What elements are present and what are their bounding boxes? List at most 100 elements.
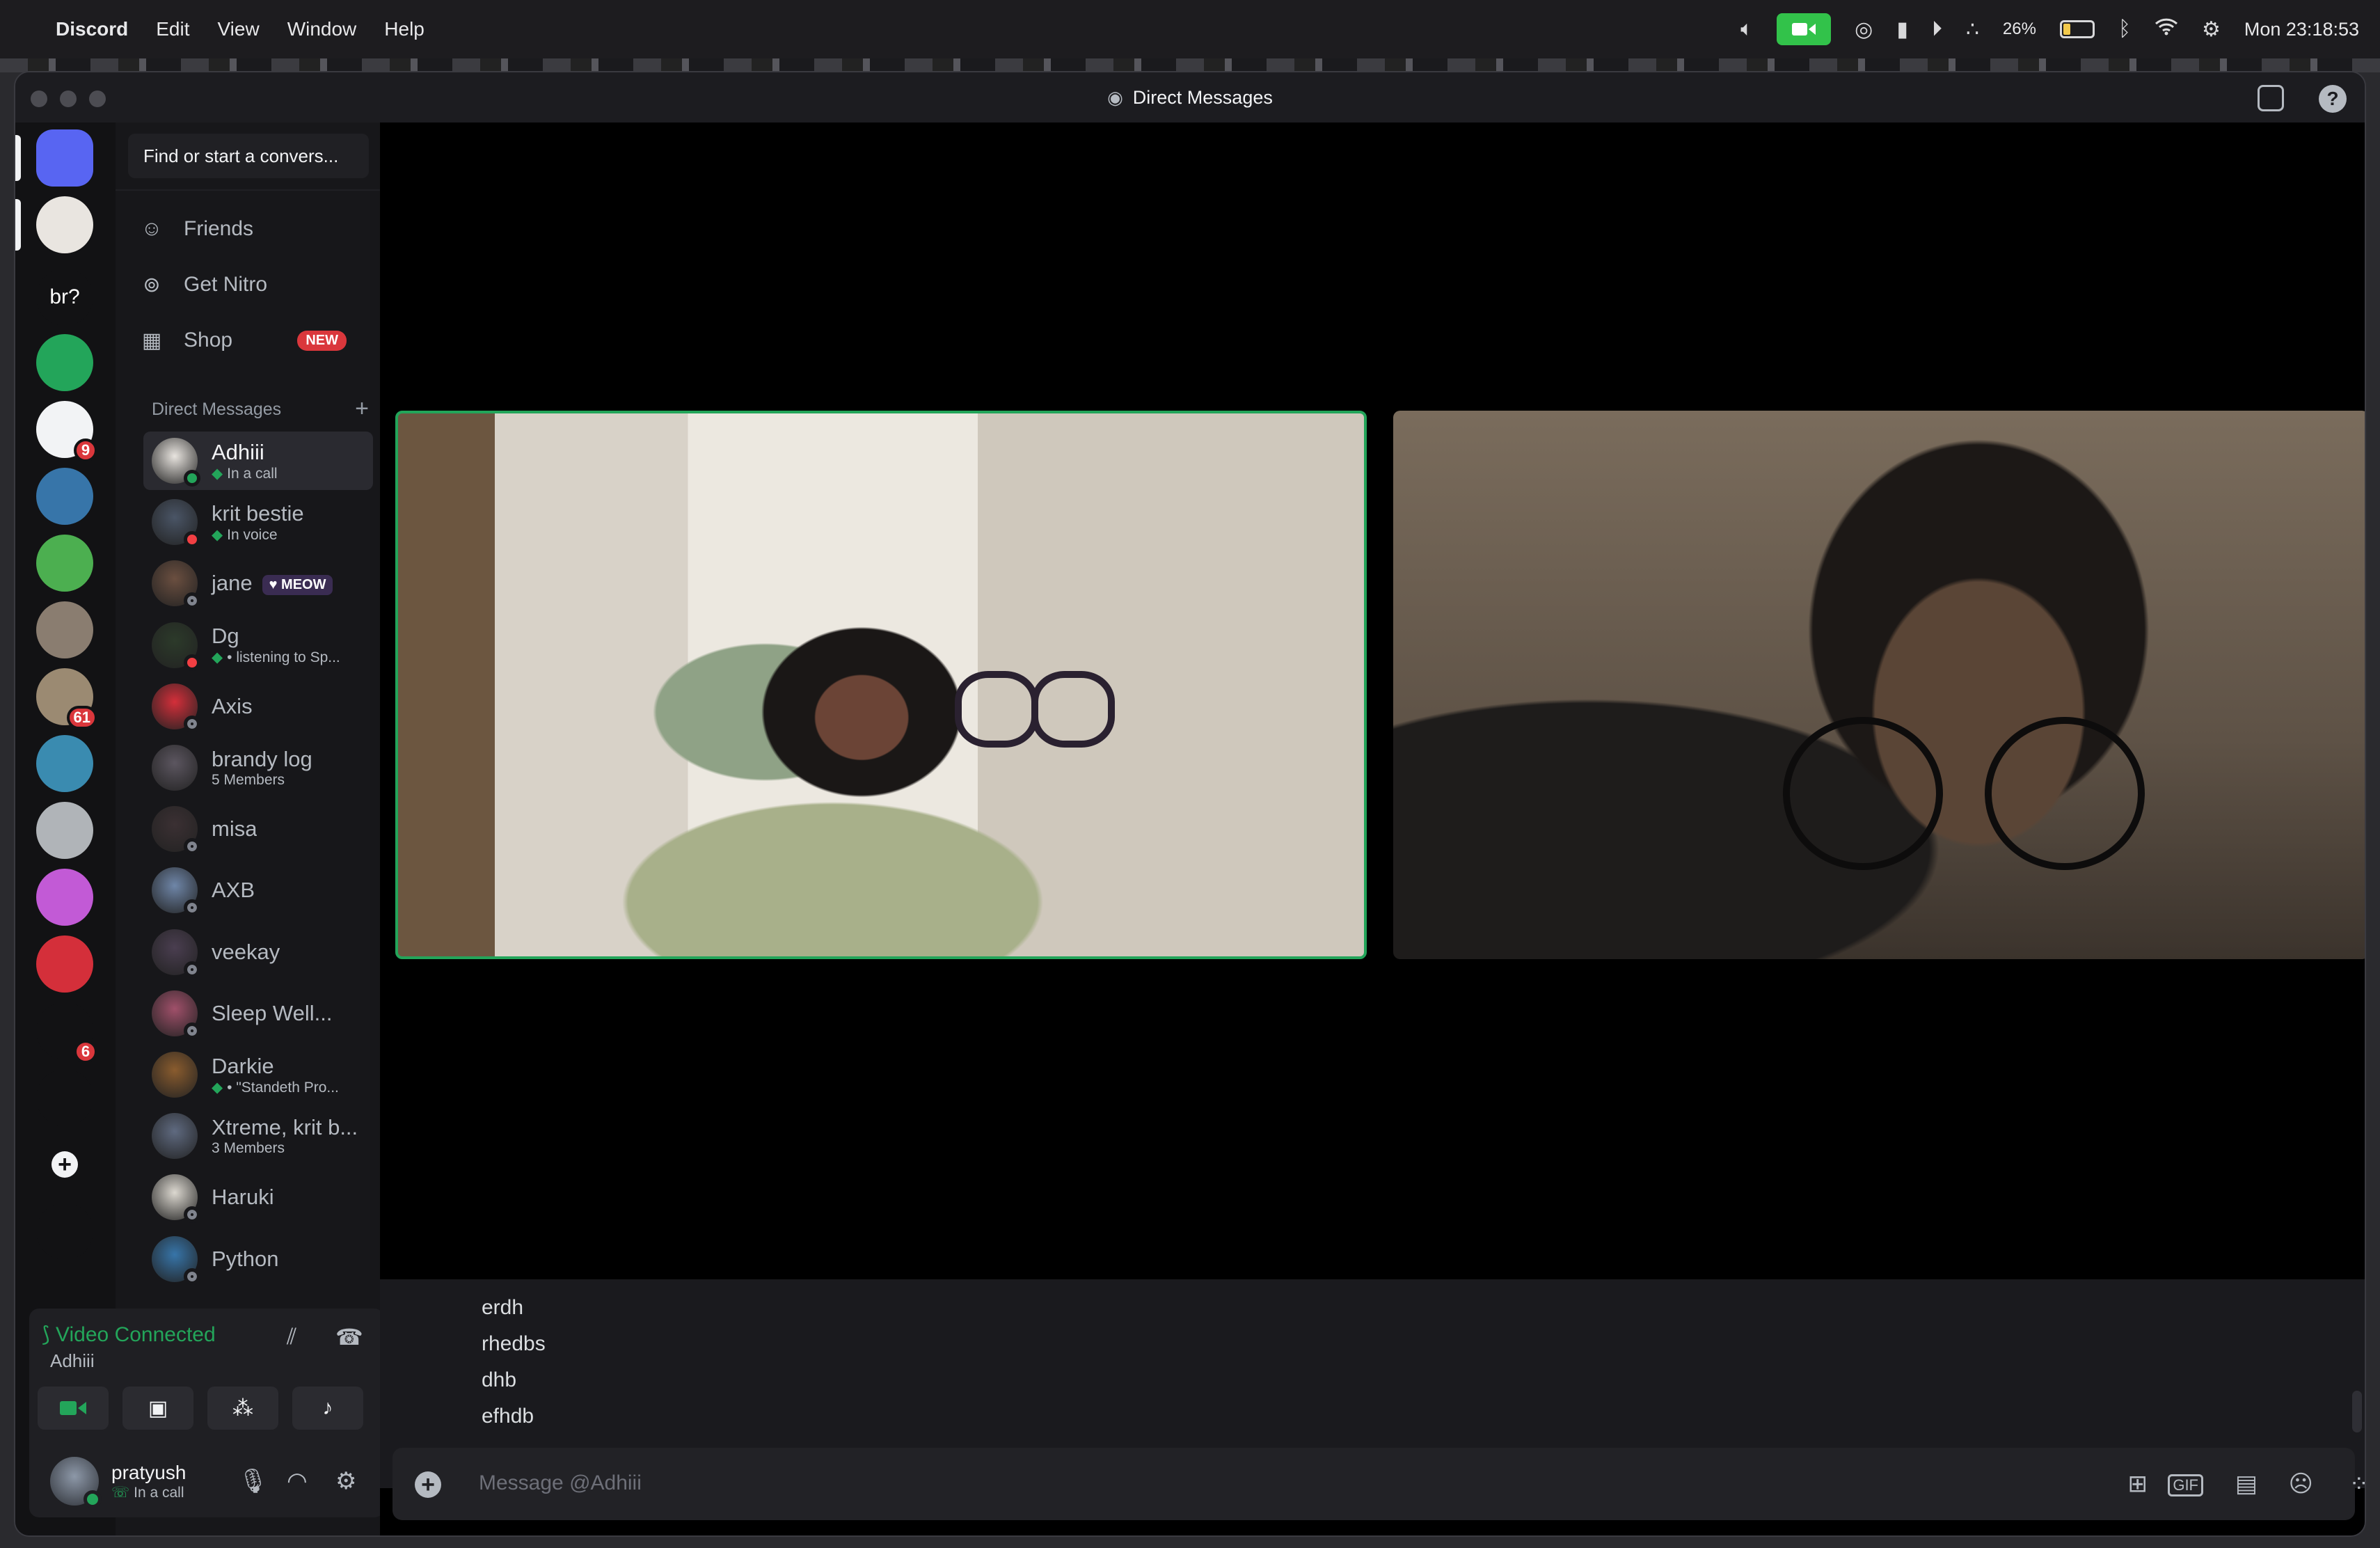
server-icon-explore-icon[interactable] <box>36 1203 93 1260</box>
dm-name: misa <box>212 816 257 842</box>
server-icon-red-server[interactable] <box>36 935 93 993</box>
nav-friends[interactable]: ☺ Friends <box>131 205 367 253</box>
menu-help[interactable]: Help <box>384 18 425 40</box>
inbox-icon[interactable] <box>2258 85 2284 111</box>
wifi-icon[interactable] <box>2155 17 2178 41</box>
server-icon-game-character-icon[interactable] <box>36 535 93 592</box>
video-tile-self[interactable] <box>1393 411 2365 959</box>
status-dot <box>184 715 200 732</box>
nav-get-nitro[interactable]: ⊚ Get Nitro <box>131 260 367 309</box>
shop-icon: ▦ <box>141 329 162 352</box>
control-center-icon[interactable]: ⚙︎ <box>2202 17 2221 42</box>
camera-button[interactable] <box>38 1387 109 1430</box>
server-icon-drone-server[interactable] <box>36 802 93 859</box>
username[interactable]: pratyush <box>111 1462 186 1484</box>
activity-icon: ◆ <box>212 526 223 543</box>
activity-icon[interactable]: ∴ <box>1966 17 1979 42</box>
noise-suppression-icon[interactable]: ⫽ <box>287 1324 296 1350</box>
avatar <box>152 1113 198 1160</box>
disconnect-icon[interactable]: ☎ <box>335 1324 363 1350</box>
chat-scrollbar[interactable] <box>2352 1391 2362 1432</box>
gif-icon[interactable]: GIF <box>2168 1474 2203 1496</box>
soundboard-button[interactable]: ♪ <box>292 1387 363 1430</box>
attach-plus-icon[interactable]: + <box>415 1471 441 1498</box>
server-icon-photo-server[interactable] <box>36 601 93 658</box>
sticker-icon[interactable]: ▤ <box>2235 1470 2258 1498</box>
nav-friends-label: Friends <box>184 217 254 240</box>
dm-item[interactable]: krit bestie ◆ In voice <box>143 493 373 551</box>
bluetooth-icon[interactable]: ᛒ <box>2118 17 2131 41</box>
message-input[interactable]: Message @Adhiii <box>479 1471 642 1495</box>
server-icon-discord-home-icon[interactable] <box>36 129 93 187</box>
dm-name: Python <box>212 1246 279 1271</box>
dm-item[interactable]: veekay <box>143 923 373 981</box>
app-menu[interactable]: Discord <box>56 18 128 40</box>
dm-item[interactable]: Dg ◆ • listening to Sp... <box>143 616 373 674</box>
gift-icon[interactable]: ⊞ <box>2128 1470 2148 1498</box>
mention-badge: 61 <box>66 706 97 729</box>
apps-icon[interactable]: ⁘ <box>2349 1470 2365 1498</box>
avatar <box>152 745 198 791</box>
dm-item[interactable]: AXB <box>143 861 373 919</box>
message: rhedbs <box>482 1332 546 1355</box>
screen-share-button[interactable]: ▣ <box>122 1387 193 1430</box>
activities-button[interactable]: ⁂ <box>207 1387 278 1430</box>
dm-item[interactable]: Haruki <box>143 1168 373 1226</box>
video-tile-adhiii[interactable] <box>395 411 1367 959</box>
headphones-icon[interactable]: ◠ <box>287 1467 308 1495</box>
dm-item[interactable]: Python <box>143 1230 373 1288</box>
avatar <box>152 867 200 917</box>
dm-item[interactable]: Darkie ◆ • "Standeth Pro... <box>143 1045 373 1104</box>
video-feed-self <box>1783 717 2145 870</box>
dm-subtitle: ◆ In a call <box>212 465 278 482</box>
server-icon-text[interactable]: br? <box>36 269 93 326</box>
play-circle-icon[interactable]: ⏵ <box>1932 17 1942 41</box>
voice-channel-name[interactable]: Adhiii <box>50 1350 95 1372</box>
dm-item[interactable]: misa <box>143 800 373 858</box>
microphone-icon[interactable]: 🎙︎ <box>238 1467 268 1495</box>
server-icon-user-avatar[interactable] <box>36 196 93 253</box>
server-icon-add-server-icon[interactable]: + <box>51 1151 78 1178</box>
find-conversation-button[interactable]: Find or start a convers... <box>128 134 369 178</box>
close-window-button[interactable] <box>31 90 47 107</box>
server-icon-rainbow-ring-server[interactable]: 6 <box>36 1002 97 1064</box>
dm-item[interactable]: Axis <box>143 677 373 736</box>
server-icon-rainbow-cat-server[interactable] <box>36 869 93 926</box>
battery-icon[interactable] <box>2059 20 2095 38</box>
create-dm-icon[interactable]: + <box>355 395 369 422</box>
emoji-icon[interactable]: ☹ <box>2289 1470 2313 1498</box>
settings-gear-icon[interactable]: ⚙︎ <box>335 1467 356 1495</box>
avatar <box>152 683 200 732</box>
dm-name: krit bestie <box>212 500 304 526</box>
dm-item[interactable]: jane ♥ MEOW <box>143 554 373 613</box>
menu-window[interactable]: Window <box>287 18 357 40</box>
volume-icon[interactable]: 🔈︎ <box>1740 17 1753 41</box>
dm-item[interactable]: brandy log 5 Members <box>143 739 373 797</box>
dm-item[interactable]: Adhiii ◆ In a call <box>143 432 373 490</box>
menu-edit[interactable]: Edit <box>156 18 189 40</box>
clock[interactable]: Mon 23:18:53 <box>2244 19 2359 40</box>
server-icon-anime-avatar[interactable]: 9 <box>36 401 97 462</box>
menu-view[interactable]: View <box>218 18 260 40</box>
help-icon[interactable]: ? <box>2319 85 2347 113</box>
message: erdh <box>482 1296 524 1319</box>
server-icon-landscape-server[interactable]: 61 <box>36 668 97 729</box>
dm-item[interactable]: Xtreme, krit b... 3 Members <box>143 1107 373 1165</box>
zoom-window-button[interactable] <box>89 90 106 107</box>
usb-icon[interactable]: ▮ <box>1896 17 1908 42</box>
server-icon-cat-avatar[interactable] <box>36 735 93 792</box>
server-icon-network-icon[interactable] <box>36 1069 93 1126</box>
server-icon-head-logo-icon[interactable] <box>36 334 93 391</box>
camera-in-use-icon[interactable] <box>1777 13 1832 45</box>
nav-shop[interactable]: ▦ Shop NEW <box>131 316 367 365</box>
dm-item[interactable]: Sleep Well... <box>143 984 373 1043</box>
voice-panel: ⟆ Video Connected Adhiii ⫽ ☎ ▣ ⁂ ♪ praty… <box>29 1309 384 1517</box>
soundboard-icon: ♪ <box>322 1396 333 1419</box>
voice-status[interactable]: ⟆ Video Connected <box>42 1322 216 1347</box>
discord-logo-icon: ◉ <box>1107 86 1123 108</box>
status-dot <box>184 531 200 548</box>
minimize-window-button[interactable] <box>60 90 77 107</box>
server-icon-python-logo[interactable] <box>36 468 93 525</box>
timer-icon[interactable]: ◎ <box>1855 17 1873 42</box>
user-avatar[interactable] <box>50 1457 102 1508</box>
